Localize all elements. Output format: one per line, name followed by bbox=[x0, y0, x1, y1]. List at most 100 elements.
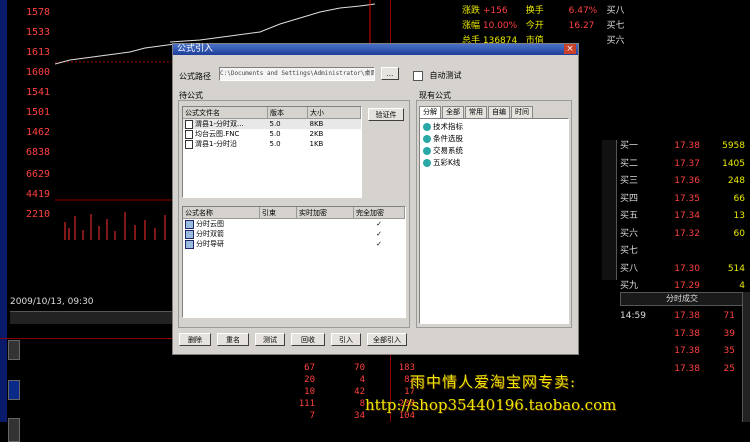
file-version: 5.0 bbox=[269, 120, 281, 128]
price-line bbox=[55, 43, 175, 65]
tick-row: 17.38 39 bbox=[620, 326, 742, 344]
col-formula-name[interactable]: 公式名称 bbox=[183, 207, 260, 219]
order-book-row[interactable]: 买八 17.30 514 bbox=[620, 261, 750, 279]
bottom-number: 82 bbox=[404, 375, 415, 385]
col-quote[interactable]: 引束 bbox=[259, 207, 297, 219]
price-label: 1501 bbox=[26, 107, 51, 118]
tick-price: 17.38 bbox=[674, 363, 700, 374]
order-book-row[interactable]: 买五 17.34 13 bbox=[620, 208, 750, 226]
bottom-number: 4 bbox=[359, 375, 365, 385]
col-version[interactable]: 版本 bbox=[267, 107, 308, 119]
quote-value: 6.47% bbox=[568, 6, 598, 16]
order-book-row[interactable]: 买四 17.35 66 bbox=[620, 191, 750, 209]
bottom-number: 42 bbox=[354, 387, 365, 397]
order-book-row[interactable]: 买二 17.37 1405 bbox=[620, 156, 750, 174]
tick-row: 17.38 35 bbox=[620, 343, 742, 361]
verify-button[interactable]: 验证件 bbox=[368, 108, 404, 121]
file-version: 5.0 bbox=[269, 140, 281, 148]
checkbox-icon[interactable] bbox=[413, 70, 423, 81]
order-volume: 1405 bbox=[722, 158, 745, 169]
formula-icon bbox=[185, 239, 194, 249]
formula-name-text: 分时双箭 bbox=[196, 230, 224, 238]
col-realtime-encrypt[interactable]: 实时加密 bbox=[296, 207, 354, 219]
dialog-button-2[interactable]: 测试 bbox=[255, 333, 285, 346]
close-button[interactable]: × bbox=[564, 44, 576, 54]
dialog-button-3[interactable]: 回收 bbox=[291, 333, 325, 346]
quote-value: +156 bbox=[482, 6, 508, 16]
formula-check[interactable]: ✓ bbox=[354, 219, 405, 230]
order-label: 买四 bbox=[620, 193, 639, 204]
formula-tab[interactable]: 全部 bbox=[442, 106, 464, 118]
formula-tab[interactable]: 常用 bbox=[465, 106, 487, 118]
volume-bars bbox=[64, 212, 166, 240]
price-axis: 1578 1533 1613 1600 1541 1501 1462 6838 6629 4419… bbox=[26, 3, 54, 225]
file-name-text: 渭县1-分时沿 bbox=[195, 140, 237, 148]
price-label: 4419 bbox=[26, 189, 51, 200]
order-book-row[interactable]: 买六 17.32 60 bbox=[620, 226, 750, 244]
order-book-row[interactable]: 买一 17.38 5958 bbox=[620, 138, 750, 156]
tree-item[interactable]: 五彩K线 bbox=[423, 157, 565, 169]
quote-row-2: 涨幅 10.00% 今开 16.27 买七 bbox=[430, 18, 625, 31]
order-volume: 248 bbox=[727, 176, 745, 186]
quote-label: 买八 bbox=[606, 6, 625, 16]
col-filename[interactable]: 公式文件名 bbox=[183, 107, 268, 119]
order-book-row[interactable]: 买三 17.36 248 bbox=[620, 173, 750, 191]
bottom-tabs-bar bbox=[10, 311, 175, 324]
dialog-button-4[interactable]: 引入 bbox=[331, 333, 361, 346]
tick-row: 17.38 25 bbox=[620, 361, 742, 379]
price-label: 1578 bbox=[26, 7, 51, 18]
dialog-button-1[interactable]: 重名 bbox=[217, 333, 249, 346]
order-price: 17.35 bbox=[674, 193, 700, 204]
tree-item[interactable]: 交易系统 bbox=[423, 145, 565, 157]
ticks-list: 14:59 17.38 71 17.38 39 17.38 35 17.38 25 bbox=[620, 308, 742, 378]
formula-name-text: 分时云图 bbox=[196, 220, 224, 228]
price-label: 2210 bbox=[26, 209, 51, 220]
file-icon bbox=[185, 139, 193, 149]
file-name: 均台云图.FNC bbox=[183, 129, 268, 139]
right-scrollbar[interactable] bbox=[742, 292, 750, 422]
watermark-line1: 雨中情人爱淘宝网专卖: bbox=[410, 373, 577, 391]
formula-row[interactable]: 分时导研 ✓ bbox=[183, 239, 405, 249]
left-tab-1[interactable] bbox=[8, 340, 20, 360]
path-input[interactable]: C:\Documents and Settings\Administrator\… bbox=[219, 67, 375, 81]
formula-row[interactable]: 分时双箭 ✓ bbox=[183, 229, 405, 239]
bottom-divider bbox=[0, 338, 180, 339]
bottom-number: 20 bbox=[304, 375, 315, 385]
folder-icon bbox=[423, 147, 431, 155]
formula-tab[interactable]: 自编 bbox=[488, 106, 510, 118]
formula-tree[interactable]: 技术指标 条件选股交易系统 五彩K线 bbox=[419, 118, 569, 324]
tree-item-label: 条件选股 bbox=[433, 134, 463, 143]
order-label: 买一 bbox=[620, 141, 639, 151]
price-label: 1533 bbox=[26, 27, 51, 38]
order-price: 17.38 bbox=[674, 141, 700, 151]
left-tab-2[interactable] bbox=[8, 380, 20, 400]
formula-row[interactable]: 分时云图 ✓ bbox=[183, 219, 405, 230]
formula-list[interactable]: 公式名称 引束 实时加密 完全加密 分时云图 ✓ 分时双箭 ✓ 分时导研 ✓ bbox=[182, 206, 406, 318]
col-size[interactable]: 大小 bbox=[307, 107, 361, 119]
tree-item[interactable]: 条件选股 bbox=[423, 133, 565, 145]
browse-button[interactable]: ... bbox=[381, 67, 399, 80]
col-full-encrypt[interactable]: 完全加密 bbox=[353, 207, 405, 219]
folder-icon bbox=[423, 123, 431, 131]
formula-tab[interactable]: 分解 bbox=[419, 106, 441, 118]
file-row[interactable]: 渭县1-分时双... 5.0 8KB bbox=[183, 118, 361, 129]
quote-label: 涨幅 bbox=[461, 21, 480, 31]
tick-price: 17.38 bbox=[674, 311, 700, 321]
order-book-row[interactable]: 买七 bbox=[620, 243, 750, 261]
file-row[interactable]: 渭县1-分时沿 5.0 1KB bbox=[183, 139, 361, 149]
bottom-number: 10 bbox=[304, 387, 315, 397]
dialog-button-0[interactable]: 删除 bbox=[179, 333, 211, 346]
auto-check[interactable]: 自动测试 bbox=[413, 70, 462, 81]
order-label: 买五 bbox=[620, 211, 639, 221]
datetime-label: 2009/10/13, 09:30 bbox=[10, 297, 94, 307]
formula-check[interactable]: ✓ bbox=[354, 239, 405, 249]
tree-item[interactable]: 技术指标 bbox=[423, 121, 565, 133]
formula-quote bbox=[260, 229, 297, 239]
dialog-button-5[interactable]: 全部引入 bbox=[367, 333, 407, 346]
tick-volume: 25 bbox=[723, 363, 735, 374]
file-row[interactable]: 均台云图.FNC 5.0 2KB bbox=[183, 129, 361, 139]
formula-check[interactable]: ✓ bbox=[354, 229, 405, 239]
formula-tab[interactable]: 时间 bbox=[511, 106, 533, 118]
file-list[interactable]: 公式文件名 版本 大小 渭县1-分时双... 5.0 8KB 均台云图.FNC 5.0 2… bbox=[182, 106, 362, 198]
formula-import-dialog: 公式引入 × 公式路径 C:\Documents and Settings\Ad… bbox=[172, 43, 579, 355]
